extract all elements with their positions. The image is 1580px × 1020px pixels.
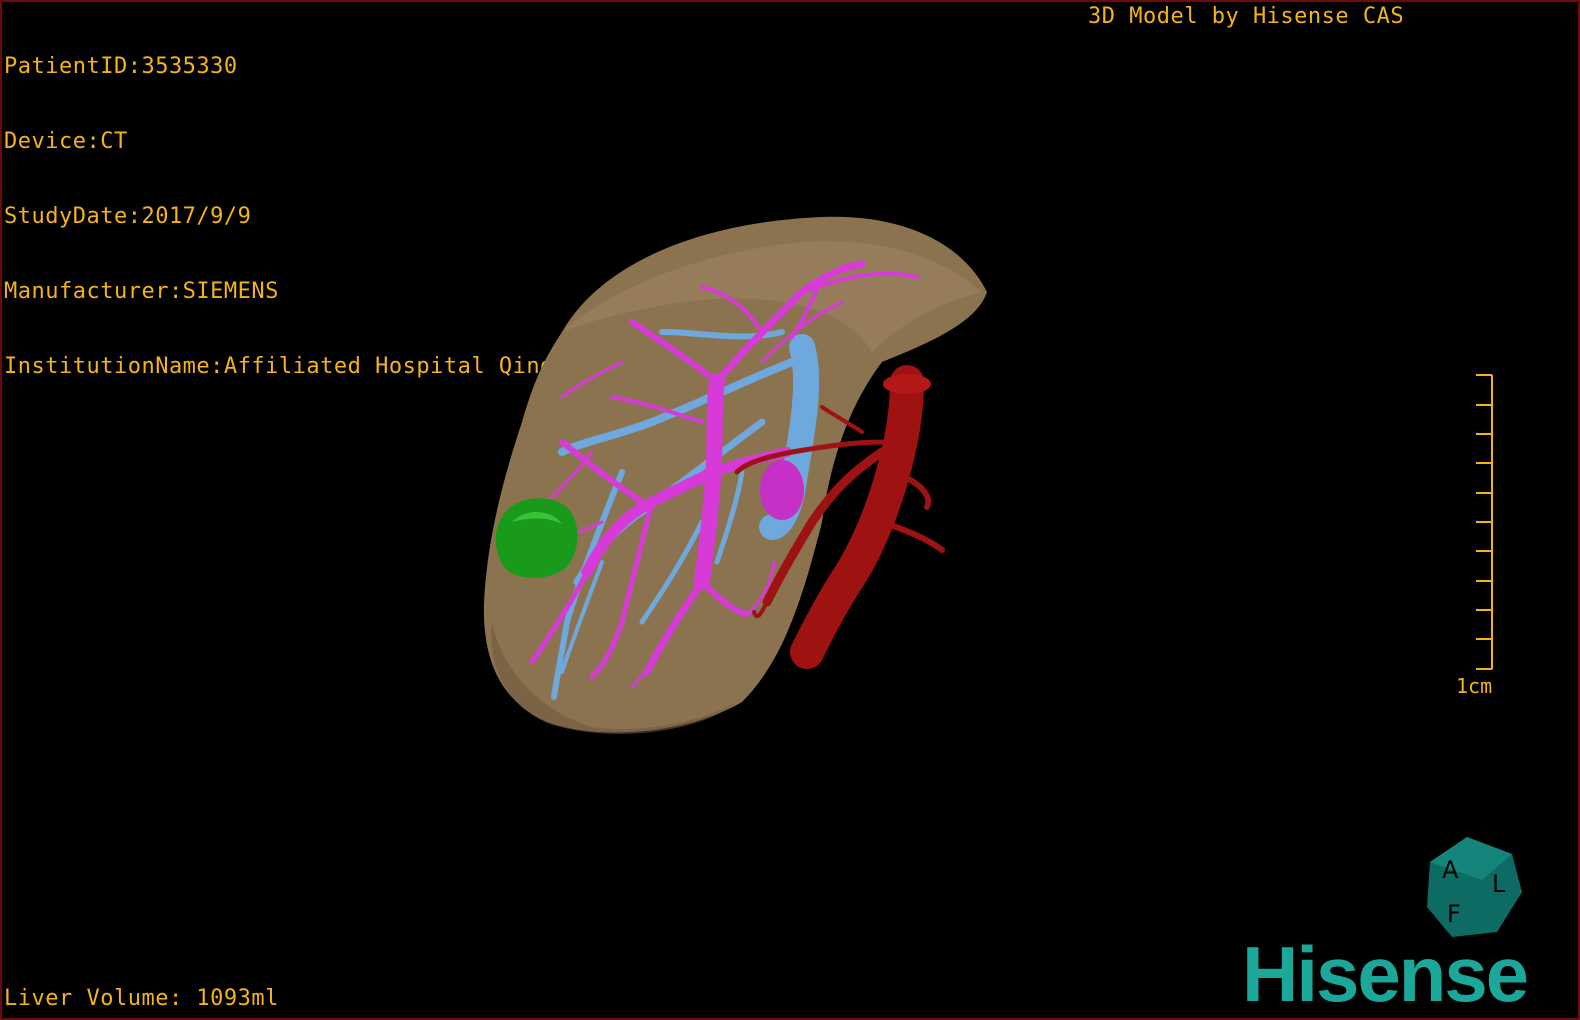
tumor-mass[interactable]: [495, 498, 578, 578]
hisense-logo: Hisense: [1242, 930, 1529, 1018]
3d-viewport[interactable]: PatientID:3535330 Device:CT StudyDate:20…: [0, 0, 1580, 1020]
scale-bar: [1476, 374, 1493, 670]
liver-volume-text: Liver Volume: 1093ml: [4, 986, 279, 1011]
portal-vein-trunk[interactable]: [760, 460, 804, 520]
cube-label-l: L: [1492, 870, 1506, 898]
liver-3d-model[interactable]: A F L: [2, 2, 1578, 1018]
cube-label-f: F: [1447, 900, 1461, 928]
scale-label: 1cm: [1456, 674, 1493, 698]
orientation-cube-icon[interactable]: A F L: [1427, 837, 1522, 937]
cube-label-a: A: [1442, 856, 1459, 884]
